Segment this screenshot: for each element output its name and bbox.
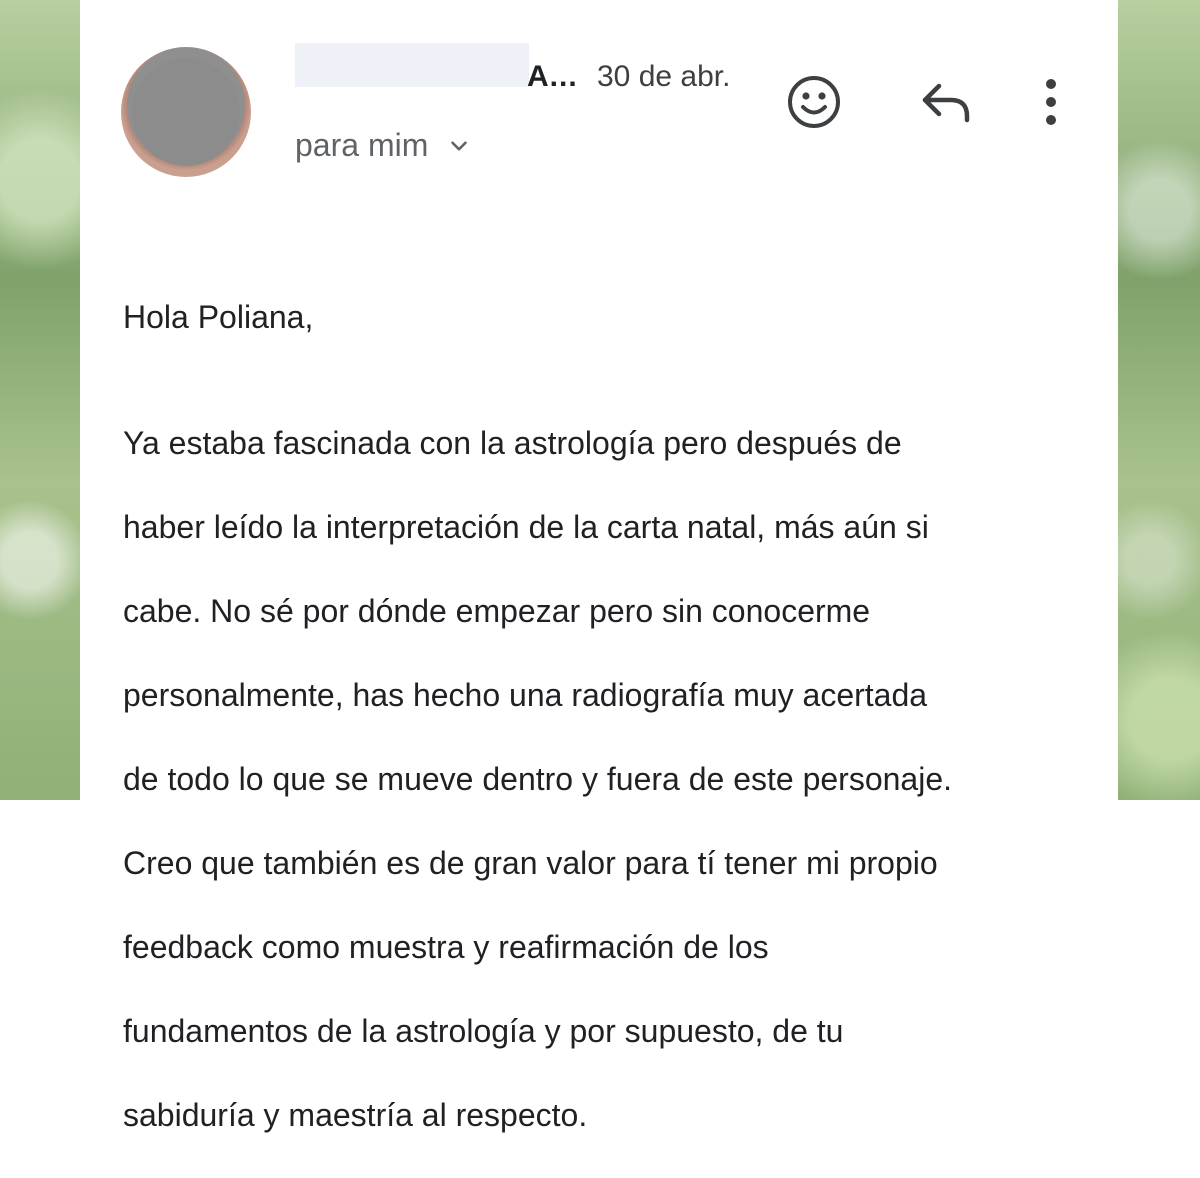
email-paragraph: Ya estaba fascinada con la astrología pe… [123, 380, 1083, 1178]
sender-name-redacted [295, 43, 529, 87]
emoji-smile-icon [788, 76, 840, 128]
avatar-blurred-photo [132, 58, 240, 166]
body-line: fundamentos de la astrología y por supue… [123, 1013, 844, 1049]
more-vert-icon [1046, 79, 1056, 125]
body-line: Creo que también es de gran valor para t… [123, 845, 938, 881]
add-reaction-button[interactable] [782, 70, 846, 134]
reply-arrow-icon [922, 83, 970, 123]
chevron-down-icon [451, 140, 468, 151]
body-line: Ya estaba fascinada con la astrología pe… [123, 425, 902, 461]
email-card: A... 30 de abr. para mim Hola Poliana, Y… [80, 0, 1118, 1133]
body-line: personalmente, has hecho una radiografía… [123, 677, 928, 713]
body-line: de todo lo que se mueve dentro y fuera d… [123, 761, 952, 797]
more-options-button[interactable] [1026, 72, 1076, 132]
body-line: cabe. No sé por dónde empezar pero sin c… [123, 593, 871, 629]
recipient-toggle[interactable]: para mim [295, 127, 472, 164]
avatar[interactable] [121, 47, 251, 177]
email-greeting: Hola Poliana, [123, 299, 314, 335]
sender-name[interactable]: A... [527, 60, 578, 94]
recipient-label: para mim [295, 127, 429, 163]
email-date: 30 de abr. [597, 60, 731, 93]
body-line: feedback como muestra y reafirmación de … [123, 929, 769, 965]
body-line: sabiduría y maestría al respecto. [123, 1097, 588, 1133]
body-line: haber leído la interpretación de la cart… [123, 509, 929, 545]
email-body: Hola Poliana, Ya estaba fascinada con la… [123, 296, 1083, 1178]
reply-button[interactable] [914, 72, 978, 132]
